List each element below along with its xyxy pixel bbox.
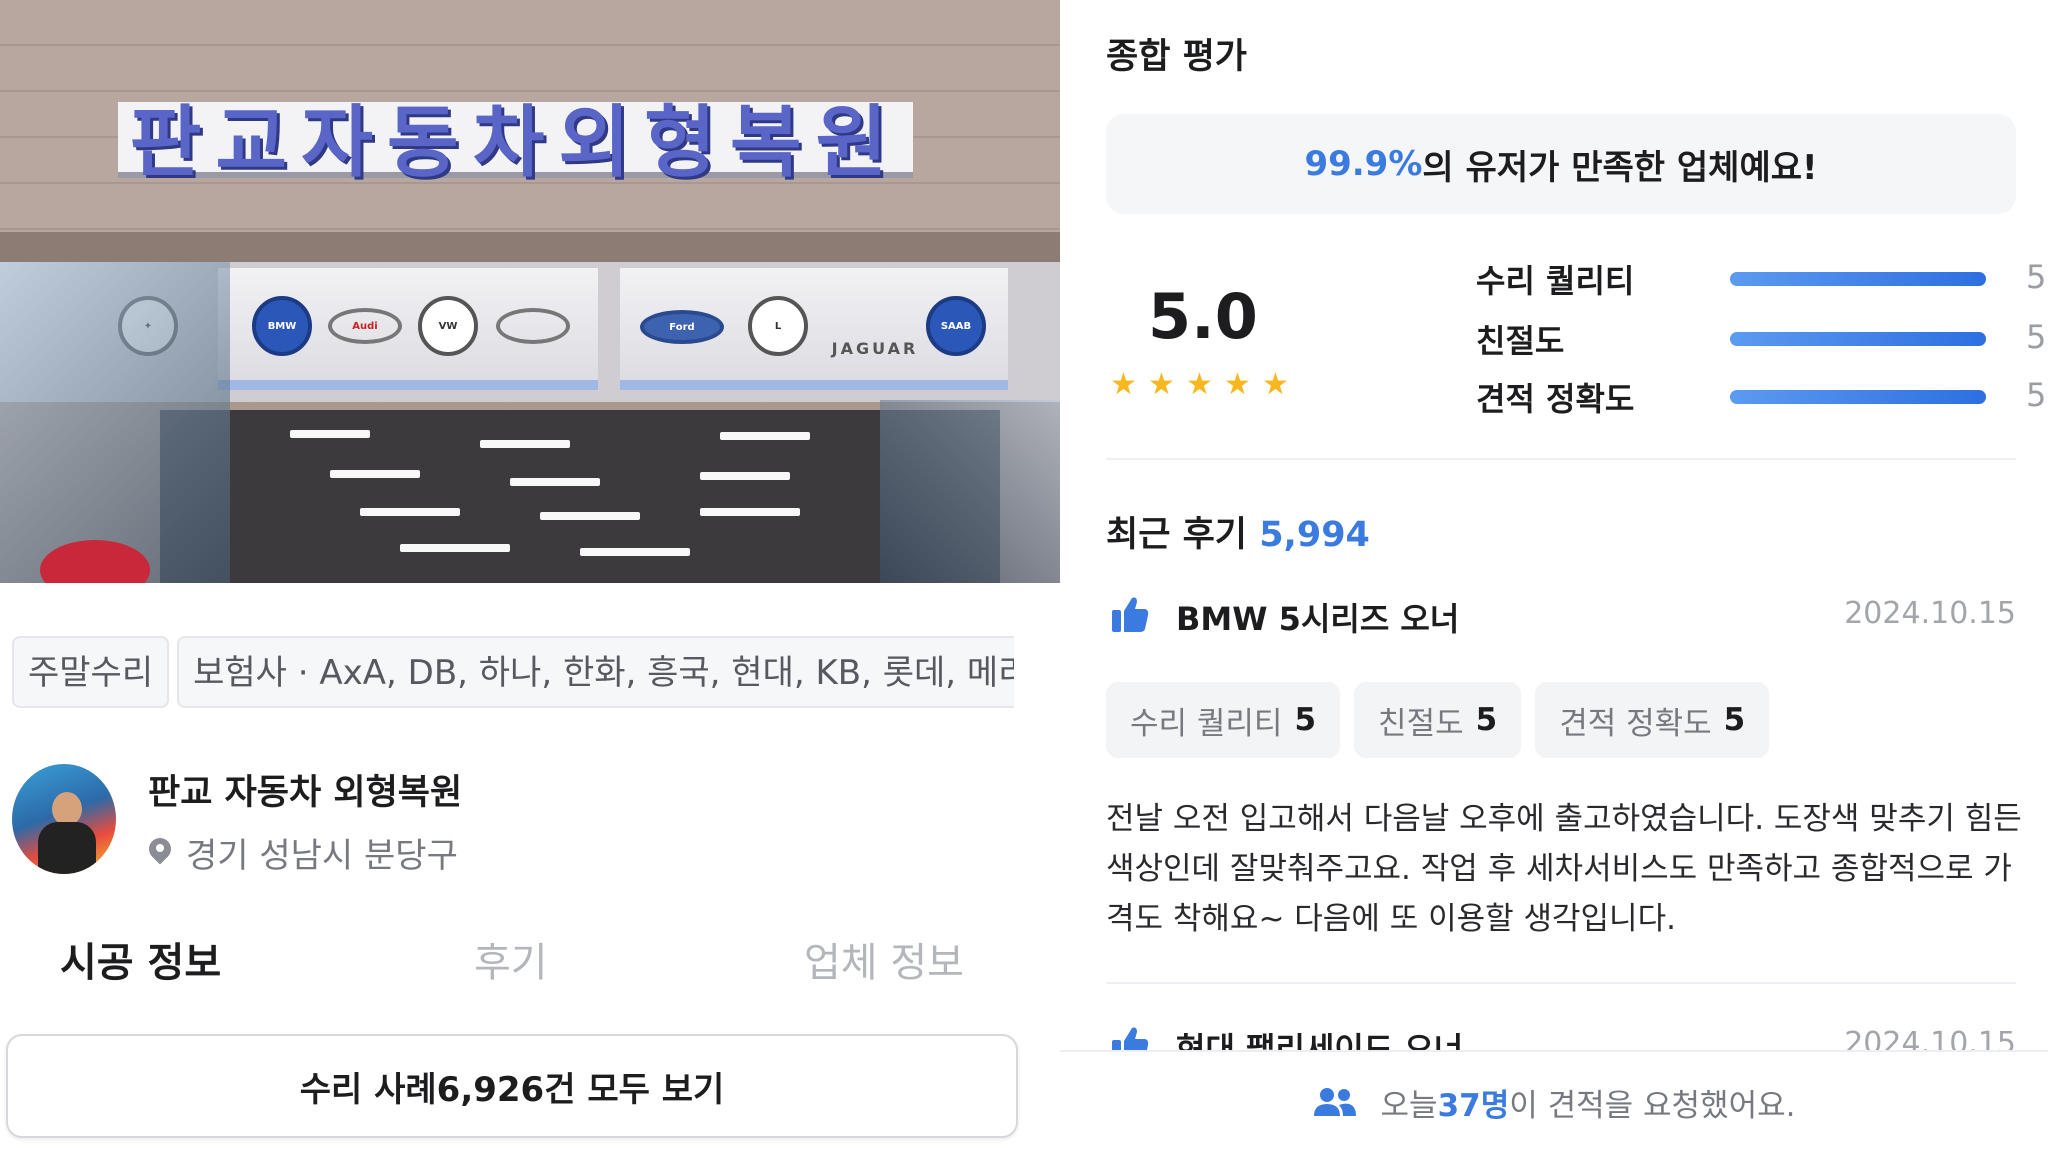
review-chip-kindness: 친절도 5 — [1354, 682, 1522, 758]
overall-rating-title: 종합 평가 — [1106, 37, 1247, 77]
tab-company-info[interactable]: 업체 정보 — [804, 930, 964, 988]
satisfaction-banner: 99.9% 의 유저가 만족한 업체예요! — [1106, 114, 2016, 214]
recent-reviews-title: 최근 후기 — [1106, 515, 1247, 555]
request-prefix: 오늘 — [1380, 1087, 1438, 1124]
infiniti-logo — [496, 308, 570, 344]
request-suffix: 이 견적을 요청했어요. — [1509, 1087, 1796, 1124]
shop-storefront-photo: 판교자동차외형복원 ✦ BMW Audi VW Ford L JAGUAR SA… — [0, 0, 1060, 583]
star-icon: ★ — [1224, 367, 1251, 402]
metric-bar — [1730, 390, 1986, 404]
review-count: 5,994 — [1259, 515, 1370, 555]
divider — [1106, 982, 2016, 984]
metric-estimate-accuracy: 견적 정확도 5.0 — [1476, 374, 2048, 424]
recent-reviews-header: 최근 후기 5,994 — [1106, 506, 1370, 557]
satisfaction-percent: 99.9% — [1304, 144, 1423, 184]
location-pin-icon — [148, 838, 172, 868]
star-icon: ★ — [1186, 367, 1213, 402]
ford-logo: Ford — [640, 310, 724, 344]
request-count-bar: 오늘 37명 이 견적을 요청했어요. — [1060, 1050, 2048, 1152]
star-icon: ★ — [1110, 367, 1137, 402]
tag-insurers[interactable]: 보험사 · AxA, DB, 하나, 한화, 흥국, 현대, KB, 롯데, 메… — [177, 636, 1014, 708]
divider — [1106, 458, 2016, 460]
request-count: 37명 — [1437, 1087, 1510, 1124]
review-chip-estimate: 견적 정확도 5 — [1535, 682, 1770, 758]
thumbs-up-icon — [1112, 597, 1149, 632]
jaguar-logo: JAGUAR — [831, 338, 919, 358]
metric-value: 5.0 — [2026, 258, 2048, 296]
lexus-logo: L — [748, 296, 808, 356]
metric-bar — [1730, 332, 1986, 346]
metric-value: 5.0 — [2026, 376, 2048, 414]
shop-avatar[interactable] — [12, 764, 116, 874]
metric-label: 친절도 — [1476, 322, 1565, 360]
tab-reviews[interactable]: 후기 — [474, 930, 548, 988]
review-chip-quality: 수리 퀄리티 5 — [1106, 682, 1341, 758]
star-icon: ★ — [1262, 367, 1289, 402]
star-rating: ★ ★ ★ ★ ★ — [1110, 370, 1292, 400]
review-text: 전날 오전 입고해서 다음날 오후에 출고하였습니다. 도장색 맞추기 힘든 색… — [1106, 801, 2022, 937]
review-score-chips: 수리 퀄리티 5 친절도 5 견적 정확도 5 — [1106, 682, 1770, 758]
metric-repair-quality: 수리 퀄리티 5.0 — [1476, 256, 2048, 306]
review-header: BMW 5시리즈 오너 2024.10.15 — [1106, 594, 2016, 644]
service-tags: 주말수리 보험사 · AxA, DB, 하나, 한화, 흥국, 현대, KB, 롯… — [12, 636, 1014, 712]
volkswagen-logo: VW — [418, 296, 478, 356]
shop-location-text: 경기 성남시 분당구 — [186, 836, 458, 876]
reviewer-name: 현대 팰리세이드 오너 — [1176, 1030, 1464, 1052]
shop-location: 경기 성남시 분당구 — [148, 828, 648, 877]
metric-value: 5.0 — [2026, 318, 2048, 356]
shop-name: 판교 자동차 외형복원 — [148, 773, 463, 813]
satisfaction-text: 의 유저가 만족한 업체예요! — [1422, 147, 1818, 188]
review-header: 현대 팰리세이드 오너 2024.10.15 — [1106, 1024, 2016, 1052]
star-icon: ★ — [1148, 367, 1175, 402]
metric-bar — [1730, 272, 1986, 286]
shop-detail-panel: 판교자동차외형복원 ✦ BMW Audi VW Ford L JAGUAR SA… — [0, 0, 1060, 1152]
saab-logo: SAAB — [926, 296, 986, 356]
metric-label: 수리 퀄리티 — [1476, 262, 1635, 300]
tab-construction-info[interactable]: 시공 정보 — [60, 930, 221, 988]
overall-score: 5.0 — [1148, 280, 1258, 353]
view-all-cases-button[interactable]: 수리 사례6,926건 모두 보기 — [6, 1034, 1018, 1138]
audi-logo: Audi — [328, 308, 402, 344]
bmw-logo: BMW — [252, 296, 312, 356]
detail-tabs: 시공 정보 후기 업체 정보 — [0, 930, 1060, 1000]
storefront-sign: 판교자동차외형복원 — [129, 98, 902, 188]
rating-panel: 종합 평가 99.9% 의 유저가 만족한 업체예요! 5.0 ★ ★ ★ ★ ★… — [1060, 0, 2048, 1152]
tag-weekend-repair[interactable]: 주말수리 — [12, 636, 170, 708]
thumbs-up-icon — [1112, 1027, 1149, 1052]
metric-kindness: 친절도 5.0 — [1476, 316, 2048, 366]
metric-label: 견적 정확도 — [1476, 380, 1635, 418]
review-date: 2024.10.15 — [1844, 1026, 2016, 1052]
review-date: 2024.10.15 — [1844, 596, 2016, 631]
reviewer-name: BMW 5시리즈 오너 — [1176, 600, 1460, 638]
people-icon — [1313, 1088, 1356, 1116]
